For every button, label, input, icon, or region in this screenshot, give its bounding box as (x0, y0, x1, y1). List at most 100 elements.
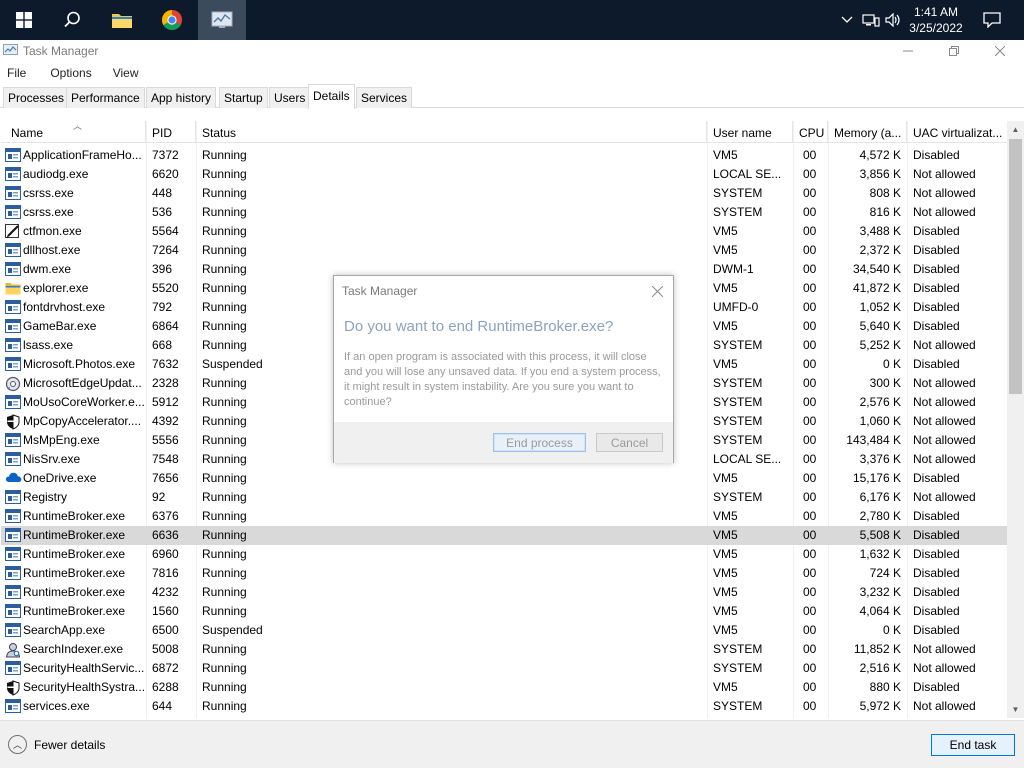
fewer-details-button[interactable]: ︿ Fewer details (8, 735, 105, 754)
tab-details[interactable]: Details (308, 84, 355, 109)
column-header-uac[interactable]: UAC virtualizat... (907, 121, 1007, 143)
end-process-button[interactable]: End process (493, 433, 586, 452)
table-row[interactable]: RuntimeBroker.exe 6960 Running VM5 00 1,632 K… (1, 545, 1007, 564)
cell-cpu: 00 (803, 433, 817, 447)
cell-name: RuntimeBroker.exe (23, 547, 126, 561)
column-header-pid[interactable]: PID (146, 121, 196, 143)
scroll-down-arrow-icon[interactable]: ▼ (1007, 701, 1024, 718)
tab-startup[interactable]: Startup (219, 87, 268, 108)
table-row[interactable]: ctfmon.exe 5564 Running VM5 00 3,488 K Disable… (1, 222, 1007, 241)
table-row[interactable]: dllhost.exe 7264 Running VM5 00 2,372 K Disabl… (1, 241, 1007, 260)
cell-memory: 143,484 K (846, 433, 901, 447)
cell-memory: 5,640 K (859, 319, 901, 333)
menu-view[interactable]: View (99, 63, 146, 83)
scroll-up-arrow-icon[interactable]: ▲ (1007, 121, 1024, 138)
cell-uac-virtualization: Not allowed (913, 642, 976, 656)
cell-user-name: SYSTEM (713, 376, 763, 390)
cell-pid: 536 (152, 205, 173, 219)
cloud-icon (5, 471, 22, 486)
table-row[interactable]: RuntimeBroker.exe 4232 Running VM5 00 3,232 K… (1, 583, 1007, 602)
table-row[interactable]: ApplicationFrameHo... 7372 Running VM5 00 4,5… (1, 146, 1007, 165)
vertical-scrollbar[interactable]: ▲ ▼ (1007, 121, 1024, 718)
tab-performance[interactable]: Performance (66, 87, 145, 108)
pen-icon (5, 224, 21, 239)
tab-services[interactable]: Services (356, 87, 413, 108)
cell-status: Running (202, 243, 247, 257)
cell-memory: 1,060 K (859, 414, 901, 428)
menu-file[interactable]: File (0, 63, 33, 83)
cell-pid: 7816 (152, 566, 179, 580)
table-row[interactable]: SearchApp.exe 6500 Suspended VM5 00 0 K Disabl… (1, 621, 1007, 640)
cancel-button[interactable]: Cancel (596, 433, 663, 452)
table-row[interactable]: csrss.exe 448 Running SYSTEM 00 808 K Not allo… (1, 184, 1007, 203)
cell-name: audiodg.exe (23, 167, 89, 181)
cell-status: Running (202, 433, 247, 447)
cell-uac-virtualization: Disabled (913, 585, 960, 599)
column-header-user-name[interactable]: User name (707, 121, 793, 143)
column-header-status[interactable]: Status (196, 121, 707, 143)
cell-uac-virtualization: Not allowed (913, 186, 976, 200)
table-row[interactable]: RuntimeBroker.exe 6636 Running VM5 00 5,508 K… (1, 526, 1007, 545)
cell-name: SearchIndexer.exe (23, 642, 124, 656)
cell-pid: 7548 (152, 452, 179, 466)
close-button[interactable] (977, 40, 1023, 62)
menu-options[interactable]: Options (33, 63, 98, 83)
network-tray-button[interactable] (861, 0, 881, 40)
cell-cpu: 00 (803, 148, 817, 162)
scrollbar-thumb[interactable] (1009, 139, 1022, 394)
app-window-icon (5, 699, 21, 714)
cell-cpu: 00 (803, 300, 817, 314)
cell-pid: 5520 (152, 281, 179, 295)
table-row[interactable]: RuntimeBroker.exe 1560 Running VM5 00 4,064 K… (1, 602, 1007, 621)
cell-memory: 2,576 K (859, 395, 901, 409)
cell-uac-virtualization: Not allowed (913, 376, 976, 390)
column-header-name[interactable]: Name ︿ (5, 121, 146, 143)
chrome-button[interactable] (148, 0, 196, 40)
maximize-button[interactable] (931, 40, 977, 62)
cell-user-name: VM5 (713, 604, 738, 618)
task-manager-app-icon (3, 44, 18, 55)
table-row[interactable]: SecurityHealthSystra... 6288 Running VM5 00 8… (1, 678, 1007, 697)
file-explorer-button[interactable] (98, 0, 146, 40)
minimize-button[interactable] (885, 40, 931, 62)
app-window-icon (5, 148, 21, 163)
search-button[interactable] (48, 0, 96, 40)
end-task-button[interactable]: End task (931, 734, 1015, 756)
app-window-icon (5, 243, 21, 258)
tab-app-history[interactable]: App history (146, 87, 217, 108)
table-row[interactable]: audiodg.exe 6620 Running LOCAL SE... 00 3,856… (1, 165, 1007, 184)
table-row[interactable]: SearchIndexer.exe 5008 Running SYSTEM 00 11,8… (1, 640, 1007, 659)
cell-name: RuntimeBroker.exe (23, 604, 126, 618)
table-row[interactable]: RuntimeBroker.exe 6376 Running VM5 00 2,780 K… (1, 507, 1007, 526)
table-row[interactable]: SecurityHealthServic... 6872 Running SYSTEM… (1, 659, 1007, 678)
tab-users[interactable]: Users (269, 87, 311, 108)
cell-cpu: 00 (803, 338, 817, 352)
table-row[interactable]: csrss.exe 536 Running SYSTEM 00 816 K Not allo… (1, 203, 1007, 222)
table-row[interactable]: OneDrive.exe 7656 Running VM5 00 15,176 K Disa… (1, 469, 1007, 488)
clock-time: 1:41 AM (913, 5, 959, 19)
dialog-close-button[interactable] (651, 281, 664, 301)
show-hidden-icons-button[interactable] (838, 0, 856, 40)
cell-memory: 2,516 K (859, 661, 901, 675)
column-header-cpu[interactable]: CPU (793, 121, 828, 143)
cell-pid: 7656 (152, 471, 179, 485)
clock[interactable]: 1:41 AM 3/25/2022 (896, 4, 976, 36)
cell-memory: 880 K (869, 680, 901, 694)
column-header-memory[interactable]: Memory (a... (828, 121, 907, 143)
app-window-icon (5, 433, 21, 448)
table-row[interactable]: services.exe 644 Running SYSTEM 00 5,972 K Not… (1, 697, 1007, 716)
cell-name: SearchApp.exe (23, 623, 106, 637)
table-row[interactable]: Registry 92 Running SYSTEM 00 6,176 K Not allo… (1, 488, 1007, 507)
task-manager-taskbar-button[interactable] (198, 0, 246, 40)
notifications-button[interactable] (978, 0, 1006, 40)
cell-pid: 792 (152, 300, 173, 314)
cell-name: ctfmon.exe (23, 224, 82, 238)
tab-processes[interactable]: Processes (3, 87, 70, 108)
cell-pid: 6864 (152, 319, 179, 333)
cell-name: RuntimeBroker.exe (23, 528, 126, 542)
cell-pid: 6376 (152, 509, 179, 523)
cell-cpu: 00 (803, 623, 817, 637)
table-row[interactable]: RuntimeBroker.exe 7816 Running VM5 00 724 K Di… (1, 564, 1007, 583)
cell-name: GameBar.exe (23, 319, 97, 333)
start-button[interactable] (0, 0, 48, 40)
